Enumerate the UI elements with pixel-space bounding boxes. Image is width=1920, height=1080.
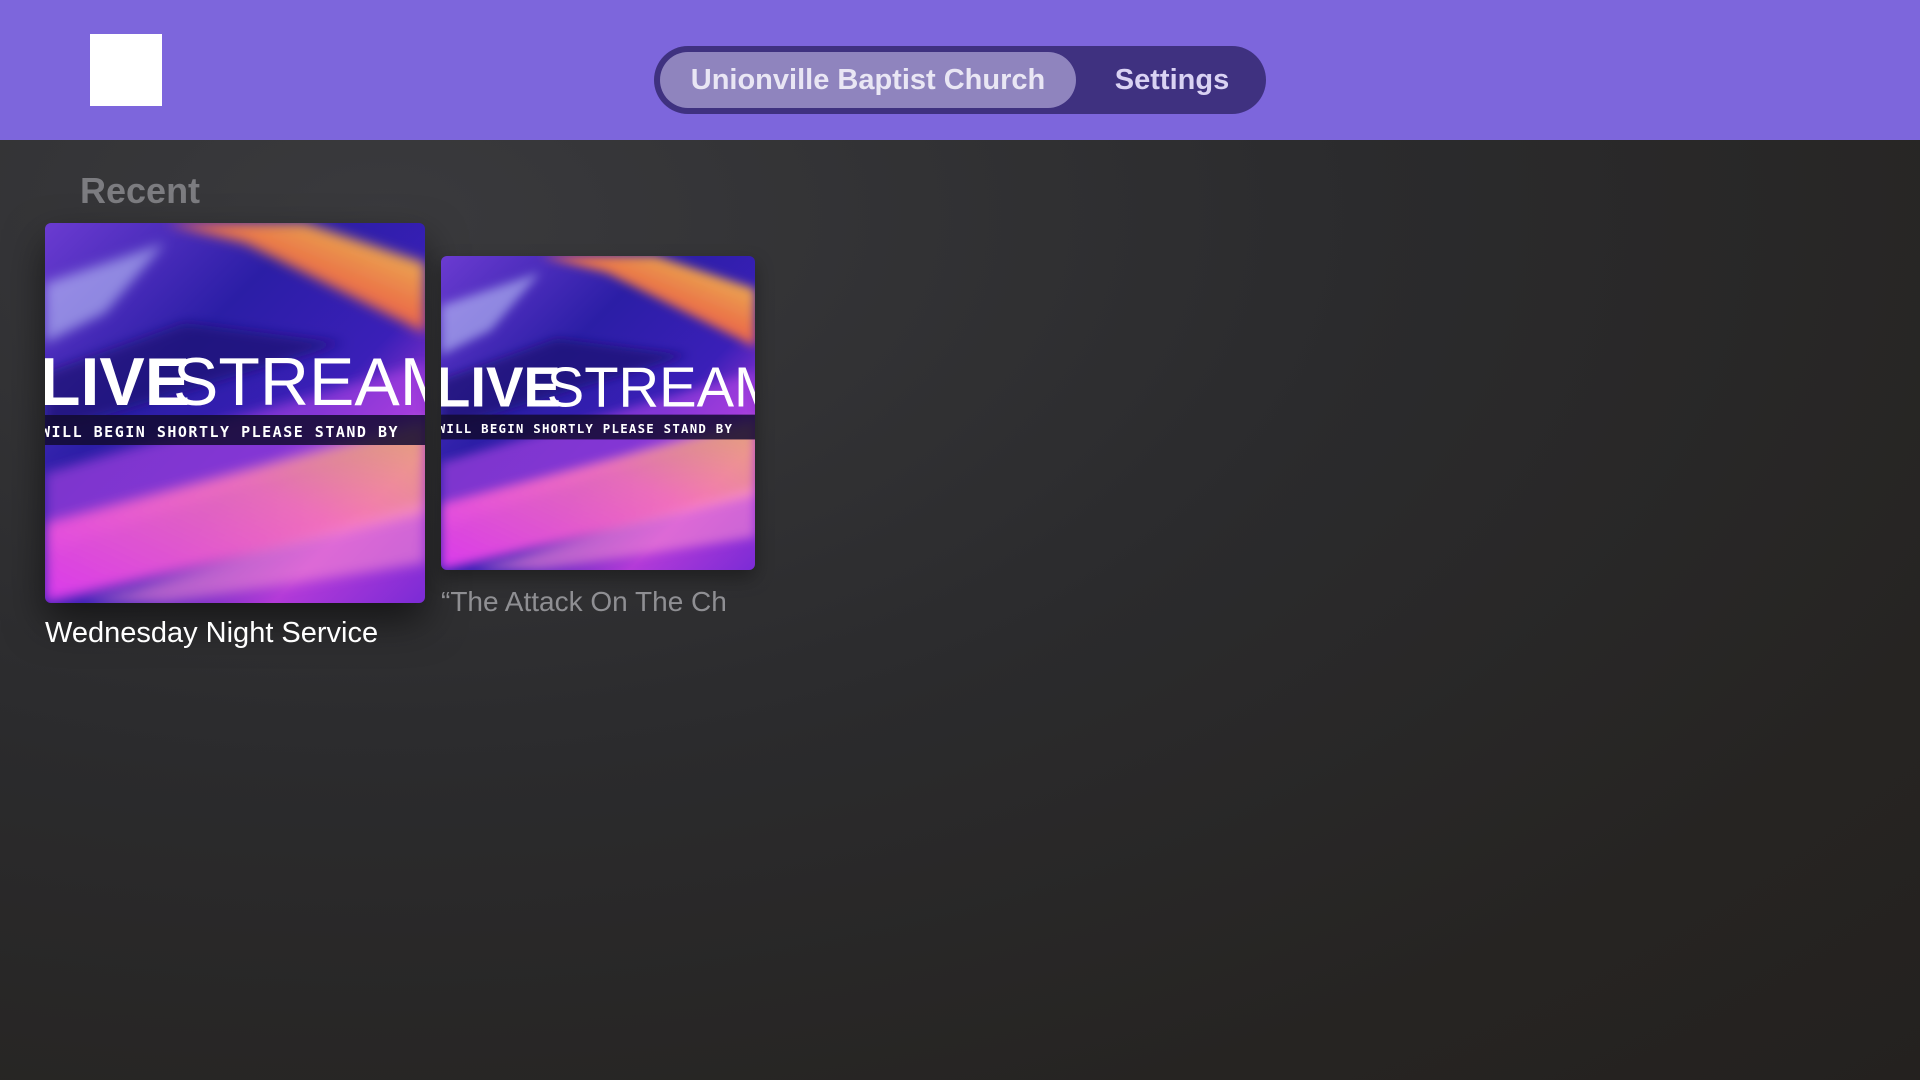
livestream-headline-left: LIVE (441, 355, 561, 418)
livestream-tagline: WILL BEGIN SHORTLY PLEASE STAND BY (45, 423, 399, 441)
app-logo-icon (90, 34, 162, 106)
livestream-headline-right: STREAM (547, 355, 755, 418)
card-title: “The Attack On The Ch (441, 586, 727, 617)
top-bar: Unionville Baptist Church Settings (0, 0, 1920, 140)
tab-settings[interactable]: Settings (1084, 52, 1260, 108)
card-title: Wednesday Night Service (45, 617, 379, 649)
livestream-thumbnail: LIVE STREAM WILL BEGIN SHORTLY PLEASE ST… (441, 256, 755, 570)
livestream-headline-right: STREAM (173, 344, 425, 420)
livestream-tagline: WILL BEGIN SHORTLY PLEASE STAND BY (441, 421, 733, 436)
tab-unionville-baptist-church[interactable]: Unionville Baptist Church (660, 52, 1076, 108)
livestream-headline-left: LIVE (45, 344, 190, 420)
section-title-recent: Recent (80, 170, 201, 211)
livestream-thumbnail: LIVE STREAM WILL BEGIN SHORTLY PLEASE ST… (45, 223, 425, 603)
tab-bar: Unionville Baptist Church Settings (654, 46, 1266, 114)
